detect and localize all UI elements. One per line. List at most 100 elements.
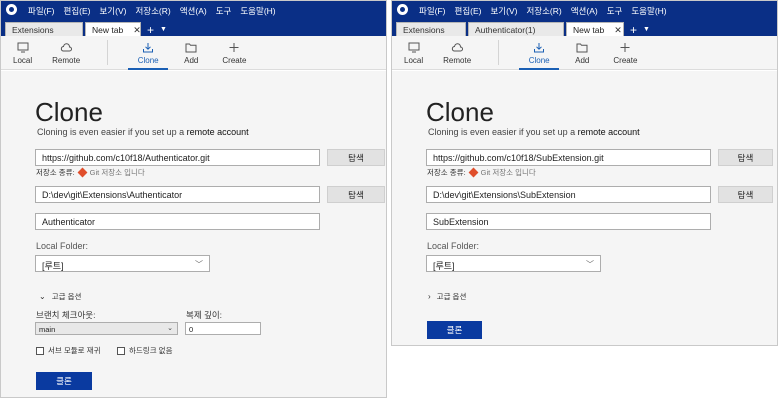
advanced-options-toggle[interactable]: ⌄ 고급 옵션: [39, 291, 81, 302]
menu-repository[interactable]: 저장소(R): [135, 5, 170, 17]
repo-type-indicator: 저장소 종류: Git 저장소 입니다: [427, 167, 536, 178]
subheading-text: Cloning is even easier if you set up a: [37, 127, 187, 137]
menu-file[interactable]: 파일(F): [28, 5, 55, 17]
menu-view[interactable]: 보기(V): [99, 5, 126, 17]
tab-dropdown-icon[interactable]: ▼: [643, 24, 650, 36]
browse-destination-button[interactable]: 탐색: [327, 186, 385, 203]
page-title: Clone: [426, 97, 494, 127]
clone-depth-label: 복제 깊이:: [186, 310, 223, 320]
add-tab-icon[interactable]: +: [147, 24, 154, 36]
remote-button[interactable]: Remote: [443, 36, 471, 69]
local-folder-label: Local Folder:: [427, 241, 480, 251]
create-button[interactable]: Create: [222, 36, 246, 69]
add-tab-icon[interactable]: +: [630, 24, 637, 36]
menu-actions[interactable]: 액션(A): [571, 5, 598, 17]
clone-depth-input[interactable]: 0: [185, 322, 261, 335]
tab-new-tab[interactable]: New tab ✕: [566, 22, 624, 36]
add-label: Add: [575, 56, 590, 65]
local-button[interactable]: Local: [404, 36, 423, 69]
destination-path-input[interactable]: D:\dev\git\Extensions\Authenticator: [35, 186, 320, 203]
branch-select[interactable]: main ⌄: [35, 322, 178, 335]
menu-edit[interactable]: 편집(E): [64, 5, 91, 17]
remote-label: Remote: [443, 56, 472, 65]
browse-source-button[interactable]: 탐색: [327, 149, 385, 166]
advanced-options-toggle[interactable]: › 고급 옵션: [428, 291, 466, 302]
download-icon: [143, 43, 154, 53]
clone-submit-button[interactable]: 클론: [427, 321, 482, 339]
menu-bar: 파일(F) 편집(E) 보기(V) 저장소(R) 액션(A) 도구 도움말(H): [392, 1, 777, 20]
local-label: Local: [13, 56, 33, 65]
menu-view[interactable]: 보기(V): [490, 5, 517, 17]
download-icon: [534, 43, 545, 53]
chevron-down-icon: ﹀: [586, 260, 594, 269]
clone-label: Clone: [137, 56, 159, 65]
subheading: Cloning is even easier if you set up a r…: [37, 127, 249, 137]
tab-new-tab[interactable]: New tab ✕: [85, 22, 141, 36]
close-icon[interactable]: ✕: [133, 25, 141, 36]
create-label: Create: [222, 56, 247, 65]
tab-label: Extensions: [403, 25, 445, 35]
menu-file[interactable]: 파일(F): [419, 5, 446, 17]
repo-type-value: Git 저장소 입니다: [89, 168, 145, 177]
checkbox-box: [36, 346, 44, 355]
sourcetree-window-left: 파일(F) 편집(E) 보기(V) 저장소(R) 액션(A) 도구 도움말(H)…: [0, 0, 387, 398]
remote-label: Remote: [52, 56, 81, 65]
name-input[interactable]: Authenticator: [35, 213, 320, 230]
browse-destination-button[interactable]: 탐색: [718, 186, 773, 203]
source-url-input[interactable]: https://github.com/c10f18/Authenticator.…: [35, 149, 320, 166]
close-icon[interactable]: ✕: [614, 25, 622, 36]
local-button[interactable]: Local: [13, 36, 32, 69]
menu-bar: 파일(F) 편집(E) 보기(V) 저장소(R) 액션(A) 도구 도움말(H): [1, 1, 386, 20]
chevron-right-icon: ›: [428, 292, 431, 301]
menu-tools[interactable]: 도구: [216, 5, 232, 17]
tab-authenticator[interactable]: Authenticator(1): [468, 22, 564, 36]
remote-button[interactable]: Remote: [52, 36, 80, 69]
local-folder-select[interactable]: [루트] ﹀: [35, 255, 210, 272]
menu-edit[interactable]: 편집(E): [455, 5, 482, 17]
page-title: Clone: [35, 97, 103, 127]
add-label: Add: [184, 56, 199, 65]
sourcetree-window-right: 파일(F) 편집(E) 보기(V) 저장소(R) 액션(A) 도구 도움말(H)…: [391, 0, 778, 346]
create-label: Create: [613, 56, 638, 65]
git-icon: [468, 167, 479, 178]
recurse-submodules-checkbox[interactable]: 서브 모듈로 재귀: [36, 345, 100, 356]
menu-actions[interactable]: 액션(A): [180, 5, 207, 17]
destination-path-input[interactable]: D:\dev\git\Extensions\SubExtension: [426, 186, 711, 203]
advanced-options-label: 고급 옵션: [51, 292, 82, 301]
remote-account-link[interactable]: remote account: [578, 127, 640, 137]
menu-repository[interactable]: 저장소(R): [526, 5, 561, 17]
tab-extensions[interactable]: Extensions: [5, 22, 83, 36]
tab-extensions[interactable]: Extensions: [396, 22, 466, 36]
clone-button[interactable]: Clone: [519, 36, 560, 70]
menu-tools[interactable]: 도구: [607, 5, 623, 17]
chevron-down-icon: ⌄: [39, 292, 46, 301]
menu-help[interactable]: 도움말(H): [240, 5, 275, 17]
git-icon: [77, 167, 88, 178]
name-input[interactable]: SubExtension: [426, 213, 711, 230]
add-button[interactable]: Add: [575, 36, 589, 69]
subheading: Cloning is even easier if you set up a r…: [428, 127, 640, 137]
source-url-input[interactable]: https://github.com/c10f18/SubExtension.g…: [426, 149, 711, 166]
repo-type-indicator: 저장소 종류: Git 저장소 입니다: [36, 167, 145, 178]
toolbar-separator: [498, 40, 500, 65]
subheading-text: Cloning is even easier if you set up a: [428, 127, 578, 137]
tab-dropdown-icon[interactable]: ▼: [160, 24, 167, 36]
local-folder-value: [루트]: [42, 261, 64, 271]
recurse-submodules-label: 서브 모듈로 재귀: [48, 346, 101, 355]
clone-panel: Clone Cloning is even easier if you set …: [1, 71, 386, 397]
branch-checkout-label: 브랜치 체크아웃:: [36, 310, 96, 320]
local-folder-select[interactable]: [루트] ﹀: [426, 255, 601, 272]
clone-submit-button[interactable]: 클론: [36, 372, 92, 390]
advanced-options-label: 고급 옵션: [436, 292, 467, 301]
remote-account-link[interactable]: remote account: [187, 127, 249, 137]
menu-help[interactable]: 도움말(H): [631, 5, 666, 17]
tab-label: New tab: [573, 25, 605, 35]
local-label: Local: [404, 56, 424, 65]
no-hardlinks-checkbox[interactable]: 하드링크 없음: [117, 345, 172, 356]
toolbar-separator: [107, 40, 109, 65]
add-button[interactable]: Add: [184, 36, 198, 69]
clone-button[interactable]: Clone: [128, 36, 169, 70]
tab-label: Extensions: [12, 25, 54, 35]
browse-source-button[interactable]: 탐색: [718, 149, 773, 166]
create-button[interactable]: Create: [613, 36, 637, 69]
